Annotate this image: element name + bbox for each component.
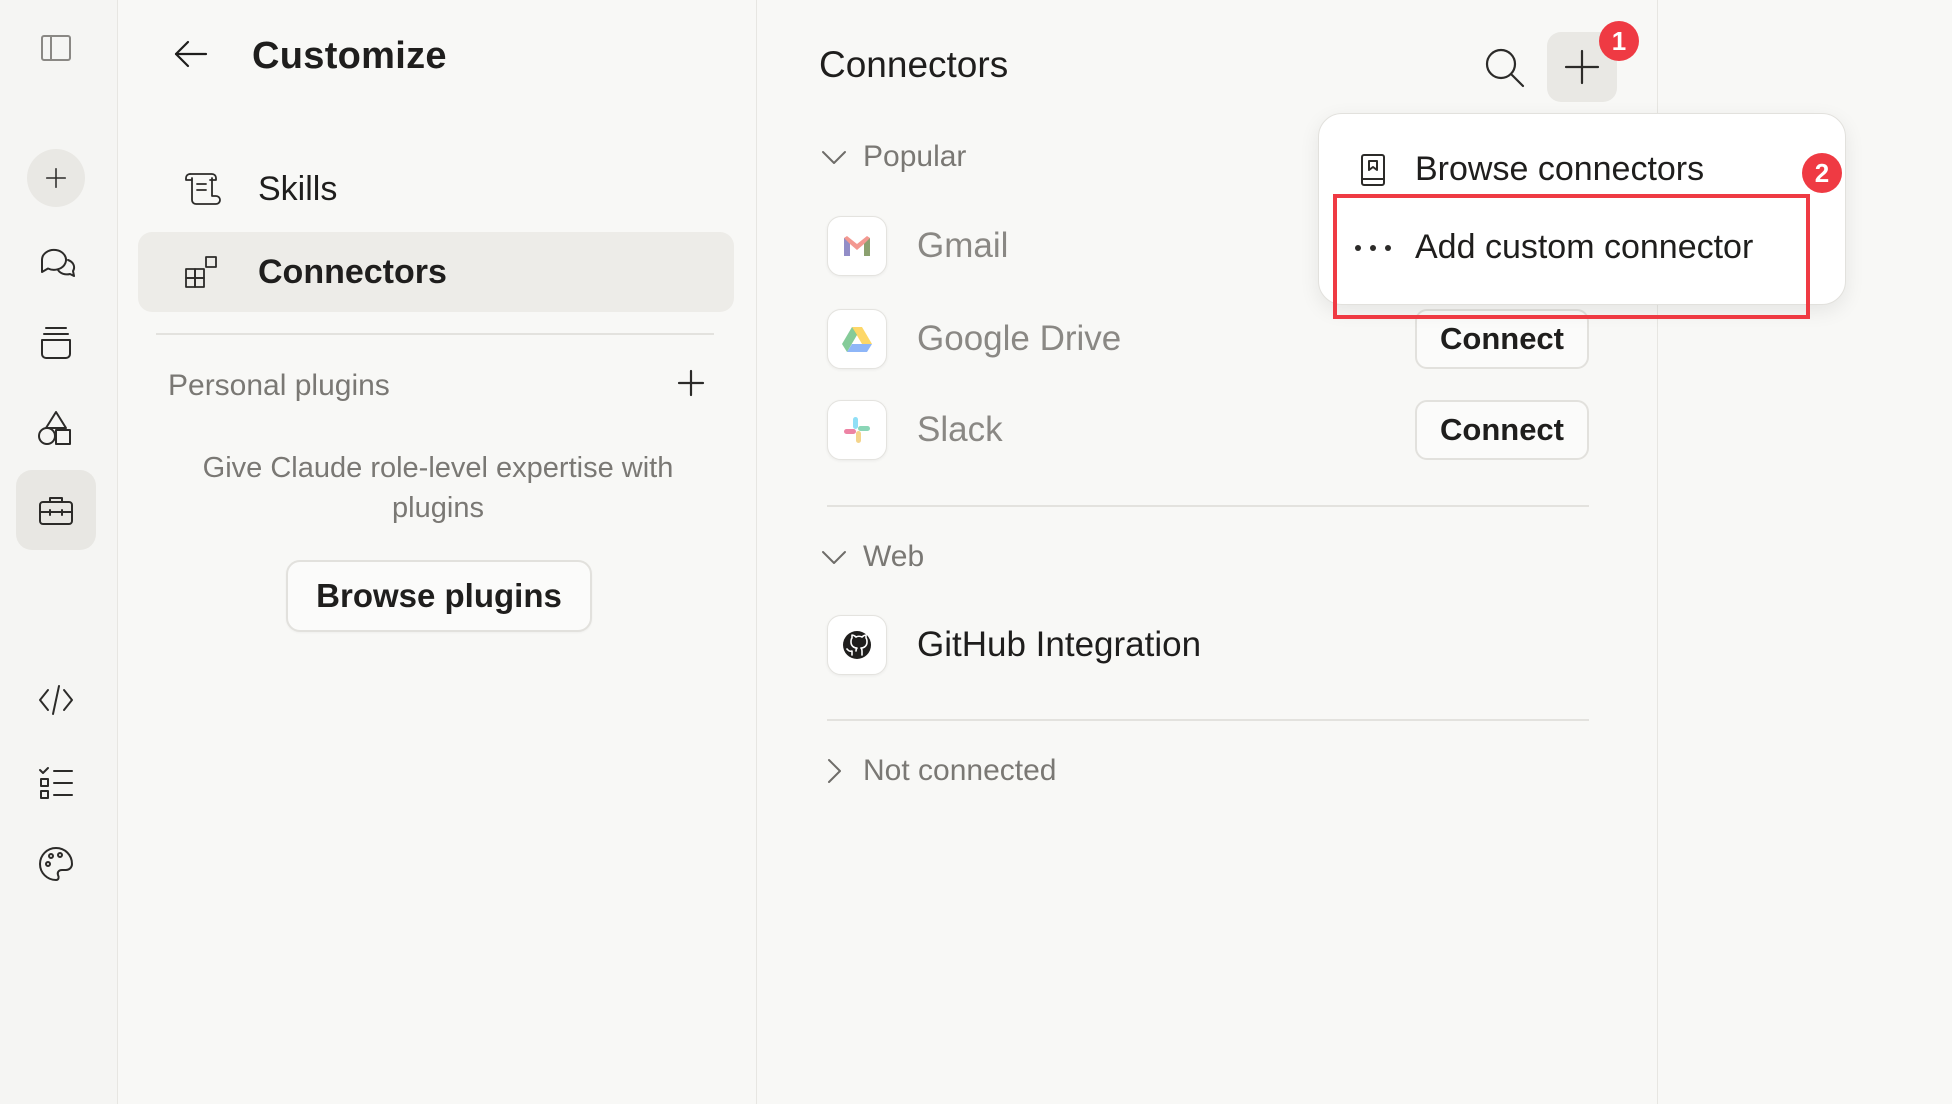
- add-plugin-button[interactable]: [674, 366, 708, 405]
- step-badge-2: 2: [1802, 153, 1842, 193]
- google-drive-logo: [827, 309, 887, 369]
- section-divider: [827, 719, 1589, 721]
- chats-icon: [40, 248, 76, 277]
- nav-item-connectors[interactable]: Connectors: [138, 232, 734, 312]
- section-label-web: Web: [863, 540, 925, 573]
- connector-name: Gmail: [917, 226, 1009, 265]
- section-popular[interactable]: Popular: [819, 140, 966, 174]
- connector-row-slack[interactable]: Slack Connect: [827, 395, 1589, 465]
- tasks-icon: [39, 767, 73, 799]
- connector-name: Google Drive: [917, 319, 1122, 358]
- projects-button[interactable]: [16, 302, 96, 382]
- browse-plugins-button[interactable]: Browse plugins: [286, 560, 592, 632]
- chevron-down-icon: [822, 151, 846, 164]
- github-icon: [843, 631, 871, 659]
- customize-button[interactable]: [16, 470, 96, 550]
- plus-icon: [45, 167, 67, 189]
- artifacts-button[interactable]: [16, 388, 96, 468]
- connector-name: GitHub Integration: [917, 625, 1202, 664]
- briefcase-icon: [39, 497, 73, 525]
- code-button[interactable]: [16, 660, 96, 740]
- google-drive-icon: [842, 327, 872, 352]
- connector-name: Slack: [917, 410, 1003, 449]
- github-logo: [827, 615, 887, 675]
- chevron-down-icon: [822, 551, 846, 564]
- code-icon: [39, 685, 73, 715]
- step-badge-1: 1: [1599, 21, 1639, 61]
- icon-rail: [0, 0, 118, 1104]
- section-web[interactable]: Web: [819, 540, 924, 574]
- chevron-right-icon: [828, 759, 841, 783]
- book-icon: [1361, 153, 1385, 186]
- section-label-not-connected: Not connected: [863, 754, 1057, 787]
- artifacts-icon: [38, 411, 71, 445]
- gmail-icon: [844, 236, 870, 256]
- connectors-title: Connectors: [819, 44, 1009, 85]
- section-not-connected[interactable]: Not connected: [819, 754, 1056, 788]
- new-chat-circle: [27, 149, 85, 207]
- highlight-box: [1333, 194, 1810, 319]
- nav-label-skills: Skills: [258, 169, 338, 208]
- new-chat-button[interactable]: [16, 138, 96, 218]
- gmail-logo: [827, 216, 887, 276]
- section-label-popular: Popular: [863, 140, 967, 173]
- chats-button[interactable]: [16, 222, 96, 302]
- page-title: Customize: [252, 35, 447, 77]
- scroll-icon: [180, 168, 240, 210]
- arrow-left-icon: [174, 40, 208, 68]
- menu-item-browse-connectors[interactable]: Browse connectors: [1355, 150, 1704, 189]
- nav-label-connectors: Connectors: [258, 252, 447, 291]
- section-divider: [827, 505, 1589, 507]
- tasks-button[interactable]: [16, 742, 96, 822]
- plus-icon: [1564, 49, 1600, 85]
- connector-row-github[interactable]: GitHub Integration: [827, 610, 1589, 680]
- slack-icon: [844, 417, 870, 443]
- connectors-icon: [180, 251, 240, 293]
- slack-logo: [827, 400, 887, 460]
- personal-plugins-header: Personal plugins: [168, 366, 708, 405]
- connect-button[interactable]: Connect: [1415, 400, 1589, 460]
- search-button[interactable]: [1475, 38, 1535, 98]
- sidebar-toggle-button[interactable]: [16, 8, 96, 88]
- palette-icon: [39, 847, 73, 881]
- nav-item-skills[interactable]: Skills: [138, 149, 734, 229]
- plugins-description: Give Claude role-level expertise with pl…: [202, 452, 674, 524]
- projects-icon: [41, 327, 71, 359]
- sidebar-header: Customize: [168, 32, 447, 81]
- personal-plugins-label: Personal plugins: [168, 368, 390, 402]
- sidebar-divider: [156, 333, 714, 335]
- back-button[interactable]: [168, 32, 212, 81]
- sidebar-toggle-icon: [41, 35, 71, 61]
- plus-icon: [677, 369, 705, 397]
- customize-sidebar: Customize Skills Connectors Personal plu…: [118, 0, 757, 1104]
- palette-button[interactable]: [16, 824, 96, 904]
- menu-item-label: Browse connectors: [1415, 150, 1705, 188]
- search-icon: [1485, 48, 1525, 88]
